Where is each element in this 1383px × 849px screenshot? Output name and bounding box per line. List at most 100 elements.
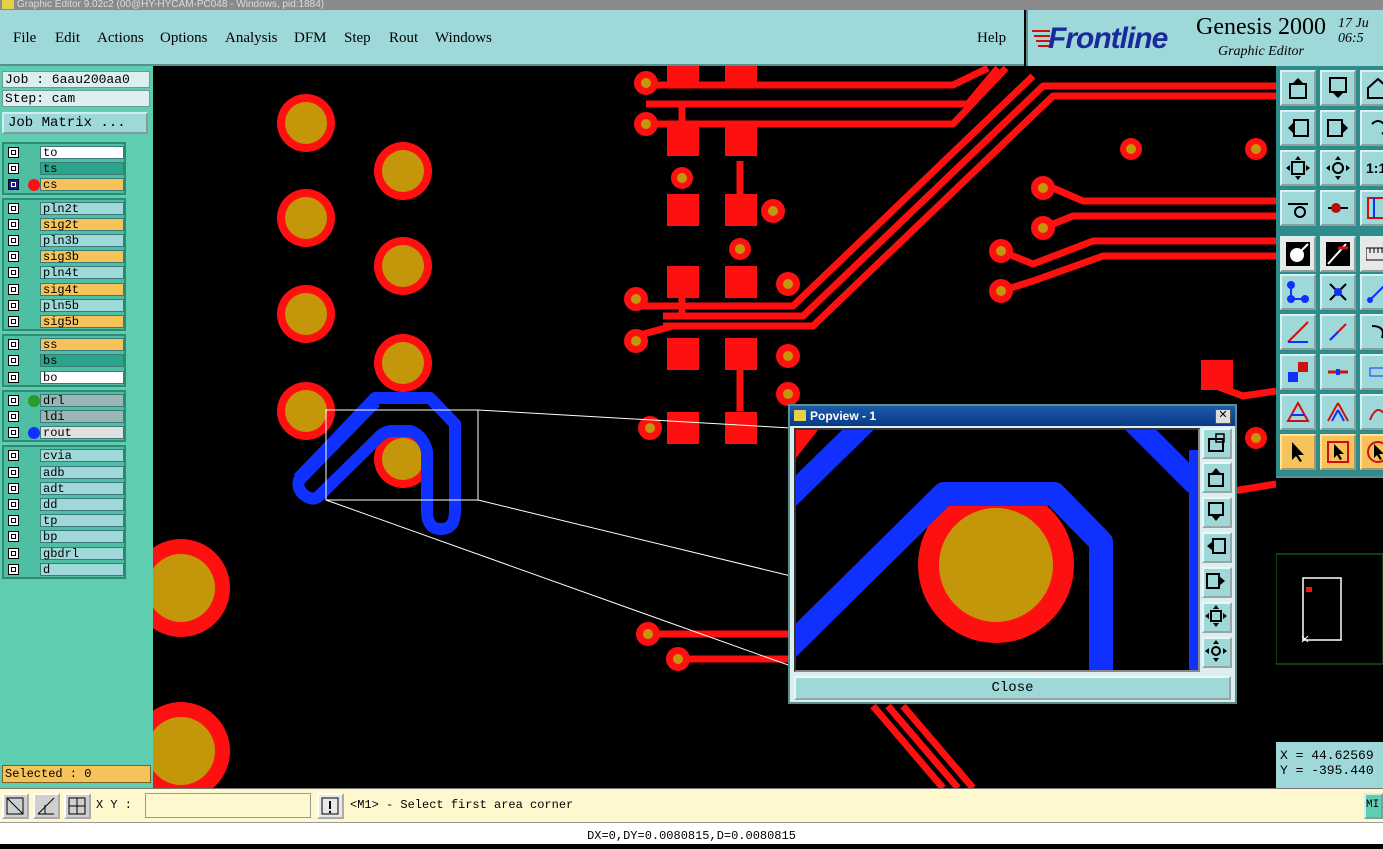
popview-zoom-button[interactable]	[1202, 428, 1232, 459]
view-up-button[interactable]	[1280, 70, 1316, 106]
move-button[interactable]	[1360, 274, 1383, 310]
layer-checkbox[interactable]	[8, 531, 19, 543]
layer-name[interactable]: adt	[40, 481, 124, 495]
layer-checkbox[interactable]	[8, 202, 19, 214]
layer-checkbox[interactable]	[8, 450, 19, 462]
layer-row-pln4t[interactable]: pln4t	[8, 266, 126, 280]
menu-edit[interactable]: Edit	[55, 30, 80, 47]
layer-row-bo[interactable]: bo	[8, 370, 126, 385]
layer-row-ts[interactable]: ts	[8, 162, 126, 176]
layer-row-bp[interactable]: bp	[8, 530, 126, 544]
layer-name[interactable]: pln5b	[40, 298, 124, 312]
view-right-button[interactable]	[1320, 110, 1356, 146]
layer-checkbox[interactable]	[8, 179, 19, 191]
layer-checkbox[interactable]	[8, 163, 19, 175]
view-down-button[interactable]	[1320, 70, 1356, 106]
popview-close-button[interactable]: Close	[794, 676, 1231, 700]
select-feature-button[interactable]	[1280, 236, 1316, 272]
triangle-tool-button[interactable]	[1280, 394, 1316, 430]
layer-row-adt[interactable]: adt	[8, 481, 126, 496]
layer-name[interactable]: sig3b	[40, 250, 124, 264]
layer-checkbox[interactable]	[8, 515, 19, 527]
layer-row-rout[interactable]: rout	[8, 426, 126, 440]
layer-name[interactable]: bp	[40, 530, 124, 544]
layer-row-sig3b[interactable]: sig3b	[8, 250, 126, 264]
layer-row-ss[interactable]: ss	[8, 338, 126, 352]
layer-name[interactable]: sig4t	[40, 282, 124, 296]
add-pad-button[interactable]	[1280, 354, 1316, 390]
popview-window[interactable]: Popview - 1 ✕ Close	[788, 404, 1237, 704]
layer-name[interactable]: dd	[40, 497, 124, 511]
layer-row-dd[interactable]: dd	[8, 497, 126, 512]
ruler-button[interactable]	[1360, 236, 1383, 272]
layer-name[interactable]: cs	[40, 178, 124, 192]
layer-row-adb[interactable]: adb	[8, 465, 126, 480]
home-button[interactable]	[1360, 70, 1383, 106]
snap-corner-button[interactable]	[2, 793, 29, 819]
layer-checkbox[interactable]	[8, 394, 19, 406]
layer-row-to[interactable]: to	[8, 146, 126, 160]
menu-actions[interactable]: Actions	[97, 30, 144, 47]
menu-rout[interactable]: Rout	[389, 30, 418, 47]
layer-name[interactable]: sig5b	[40, 314, 124, 328]
layer-checkbox[interactable]	[8, 482, 19, 494]
layer-checkbox[interactable]	[8, 547, 19, 559]
layer-row-pln5b[interactable]: pln5b	[8, 298, 126, 313]
layer-row-sig4t[interactable]: sig4t	[8, 282, 126, 297]
layer-name[interactable]: pln3b	[40, 233, 124, 247]
cut-button[interactable]	[1320, 274, 1356, 310]
layer-name[interactable]: bo	[40, 370, 124, 384]
layer-checkbox[interactable]	[8, 563, 19, 575]
overview-map[interactable]	[1275, 476, 1383, 742]
layer-name[interactable]: cvia	[40, 449, 124, 463]
layer-checkbox[interactable]	[8, 147, 19, 158]
layer-checkbox[interactable]	[8, 267, 19, 279]
layer-checkbox[interactable]	[8, 234, 19, 246]
layer-name[interactable]: bs	[40, 354, 124, 368]
layer-row-tp[interactable]: tp	[8, 514, 126, 528]
layer-checkbox[interactable]	[8, 299, 19, 311]
layer-name[interactable]: gbdrl	[40, 546, 124, 560]
popview-title-bar[interactable]: Popview - 1 ✕	[790, 406, 1235, 426]
undo-view-button[interactable]	[1360, 110, 1383, 146]
popview-fit-button[interactable]	[1202, 602, 1232, 633]
measure-button[interactable]	[1280, 190, 1316, 226]
layer-row-gbdrl[interactable]: gbdrl	[8, 546, 126, 561]
layer-row-bs[interactable]: bs	[8, 354, 126, 368]
job-matrix-button[interactable]: Job Matrix ...	[2, 112, 148, 134]
layer-row-pln3b[interactable]: pln3b	[8, 233, 126, 248]
layer-checkbox[interactable]	[8, 410, 19, 422]
mode-button[interactable]: MI	[1364, 793, 1383, 819]
layer-checkbox[interactable]	[8, 283, 19, 295]
menu-help[interactable]: Help	[977, 30, 1006, 47]
pan-button[interactable]	[1320, 150, 1356, 186]
layer-row-cs[interactable]: cs	[8, 178, 126, 192]
popview-canvas[interactable]	[794, 428, 1200, 672]
add-line-button[interactable]	[1280, 314, 1316, 350]
menu-windows[interactable]: Windows	[435, 30, 492, 47]
xy-input[interactable]	[145, 793, 311, 818]
layer-name[interactable]: ss	[40, 338, 124, 352]
layer-name[interactable]: to	[40, 146, 124, 160]
layer-checkbox[interactable]	[8, 427, 19, 439]
net-button[interactable]	[1360, 190, 1383, 226]
layer-row-drl[interactable]: drl	[8, 393, 126, 408]
layer-row-pln2t[interactable]: pln2t	[8, 201, 126, 216]
layer-row-sig2t[interactable]: sig2t	[8, 217, 126, 232]
layer-checkbox[interactable]	[8, 218, 19, 230]
edit-line-button[interactable]	[1320, 314, 1356, 350]
menu-file[interactable]: File	[13, 30, 36, 47]
pointer-button[interactable]	[1280, 434, 1316, 470]
snap-grid-button[interactable]	[64, 793, 91, 819]
snap-angle-button[interactable]	[33, 793, 60, 819]
peak-tool-button[interactable]	[1320, 394, 1356, 430]
rotate-button[interactable]	[1360, 314, 1383, 350]
layer-name[interactable]: tp	[40, 514, 124, 528]
layer-name[interactable]: sig2t	[40, 217, 124, 231]
layer-checkbox[interactable]	[8, 315, 19, 327]
layer-row-sig5b[interactable]: sig5b	[8, 314, 126, 329]
zoom-fit-button[interactable]	[1280, 150, 1316, 186]
popview-up-button[interactable]	[1202, 462, 1232, 493]
layer-name[interactable]: rout	[40, 426, 124, 440]
arc-tool-button[interactable]	[1360, 394, 1383, 430]
